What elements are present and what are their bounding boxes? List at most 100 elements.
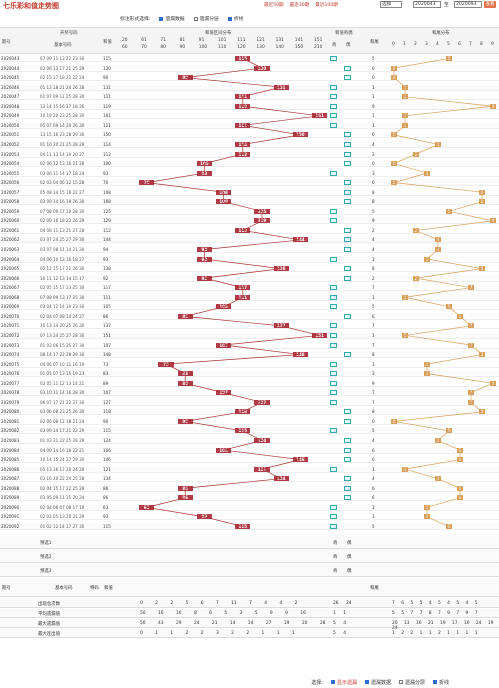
tail-marker: 2	[413, 151, 419, 157]
range-end-label: 60	[122, 45, 128, 50]
period-select[interactable]: 选择	[380, 1, 402, 8]
row-sum: 89	[103, 380, 109, 386]
footer-opt-line[interactable]: 折线	[432, 679, 449, 686]
row-issue: 2020047	[1, 94, 20, 100]
tail-marker: 7	[468, 342, 474, 348]
checkbox-icon[interactable]	[159, 16, 164, 21]
table-row: 2020066 10 11 12 13 14 15 17 92 92 2 2	[0, 274, 499, 282]
checkbox-icon[interactable]	[330, 680, 335, 684]
sum-marker: 151	[312, 332, 328, 338]
odd-even-box	[330, 332, 337, 338]
row-sum: 111	[103, 294, 111, 300]
row-sum: 100	[103, 161, 111, 167]
table-row: 2020051 13 15 16 23 28 29 30 150 150 0 0	[0, 131, 499, 139]
row-tail: 4	[372, 438, 375, 443]
footer-opt-data[interactable]: 遗漏数据	[364, 679, 391, 686]
tail-marker: 3	[424, 361, 430, 367]
to-issue-input[interactable]: 2020093	[454, 1, 482, 8]
checkbox-icon[interactable]	[227, 16, 232, 21]
row-sum: 93	[103, 514, 109, 520]
period-links: 最近50期 最近30期 最近100期	[264, 2, 338, 8]
row-tail: 3	[372, 371, 375, 377]
tail-marker: 6	[457, 485, 463, 491]
sum-marker: 111	[235, 122, 251, 128]
row-sum: 121	[103, 466, 111, 472]
table-row: 2020086 05 13 16 17 20 24 29 121 121 1 1	[0, 465, 499, 473]
row-issue: 2020074	[1, 352, 20, 358]
option-missing-layer[interactable]: 遗漏分层	[193, 15, 219, 22]
row-issue: 2020050	[1, 122, 20, 128]
header-open: 开奖号码	[60, 31, 78, 36]
table-row: 2020060 02 09 16 18 23 26 29 129 129 9 9	[0, 217, 499, 225]
row-numbers: 03 05 11 12 13 14 21	[40, 380, 85, 386]
checkbox-icon[interactable]	[364, 680, 369, 684]
range-end-label: 130	[256, 45, 265, 50]
row-issue: 2020051	[1, 132, 20, 138]
row-issue: 2020053	[1, 151, 20, 157]
checkbox-icon[interactable]	[193, 16, 198, 21]
from-issue-input[interactable]: 2020043	[413, 1, 441, 8]
row-issue: 2020048	[1, 103, 20, 109]
search-button[interactable]: 查看	[484, 1, 496, 8]
stats-header-label: 和值	[104, 585, 113, 591]
checkbox-icon[interactable]	[432, 680, 437, 684]
range-start-label: 151	[314, 38, 323, 43]
odd-even-box	[344, 227, 351, 233]
row-issue: 2020054	[1, 161, 20, 167]
row-issue: 2020058	[1, 199, 20, 205]
table-row: 2020059 07 08 09 17 20 28 30 125 125 5 5	[0, 208, 499, 215]
row-numbers: 13 14 15 16 17 18 26	[40, 103, 85, 109]
stats-values: 0 1 1 2 2 3 2 2 1 1 1	[140, 630, 295, 636]
tail-marker: 9	[490, 103, 496, 109]
option-missing-data[interactable]: 遗漏数据	[159, 15, 185, 22]
row-sum: 137	[103, 323, 111, 329]
odd-even-box	[344, 189, 351, 195]
tail-marker: 9	[490, 380, 496, 386]
row-issue: 2020070	[1, 313, 20, 319]
tail-digit-label: 8	[480, 42, 483, 47]
row-numbers: 01 03 21 22 25 28 29	[40, 438, 85, 443]
row-numbers: 05 08 14 15 18 22 27	[40, 189, 85, 195]
table-row: 2020045 02 15 17 18 21 22 24 90 90 0 0	[0, 74, 499, 82]
checkbox-icon[interactable]	[398, 680, 403, 684]
row-tail: 6	[372, 457, 375, 463]
range-start-label: 101	[218, 38, 227, 43]
row-sum: 93	[103, 170, 109, 176]
stats-label: 最大遗漏值	[38, 621, 60, 627]
odd-even-box	[330, 466, 337, 472]
row-issue: 2020049	[1, 113, 20, 119]
footer-opt-show[interactable]: 显示遗漏	[330, 679, 357, 686]
link-last-30[interactable]: 最近30期	[290, 2, 310, 8]
tail-digit-label: 4	[436, 42, 439, 47]
footer-opt-layer[interactable]: 遗漏分层	[398, 679, 425, 686]
row-numbers: 04 11 13 14 19 20 27	[40, 151, 85, 157]
row-sum: 105	[103, 304, 111, 310]
table-row: 2020058 03 09 14 16 19 26 30 108 108 8 8	[0, 198, 499, 206]
sum-marker: 83	[177, 371, 193, 377]
row-tail: 1	[372, 113, 375, 119]
row-numbers: 03 06 11 14 17 18 24	[40, 170, 85, 176]
header-odd-sub: 奇	[332, 43, 337, 48]
row-sum: 111	[103, 94, 111, 100]
stats-header-label: 期号	[2, 585, 11, 591]
row-issue: 2020065	[1, 266, 20, 272]
tail-marker: 8	[479, 266, 485, 272]
odd-even-box	[330, 304, 337, 310]
row-sum: 161	[103, 113, 111, 119]
even-label: 偶	[347, 568, 352, 574]
table-row: 2020043 07 09 11 13 22 23 30 115 115 5 5	[0, 55, 499, 62]
odd-even-box	[330, 361, 337, 367]
row-sum: 90	[103, 418, 109, 424]
row-tail: 2	[372, 151, 375, 157]
row-issue: 2020092	[1, 523, 20, 529]
link-last-100[interactable]: 最近100期	[315, 2, 338, 8]
row-issue: 2020067	[1, 285, 20, 291]
link-last-50[interactable]: 最近50期	[264, 2, 284, 8]
range-end-label: 140	[275, 45, 284, 50]
sum-marker: 92	[196, 275, 212, 281]
odd-even-box	[330, 103, 337, 109]
row-issue: 2020069	[1, 304, 20, 310]
range-start-label: 91	[198, 38, 205, 43]
row-issue: 2020088	[1, 485, 20, 491]
option-polyline[interactable]: 折线	[227, 15, 243, 22]
